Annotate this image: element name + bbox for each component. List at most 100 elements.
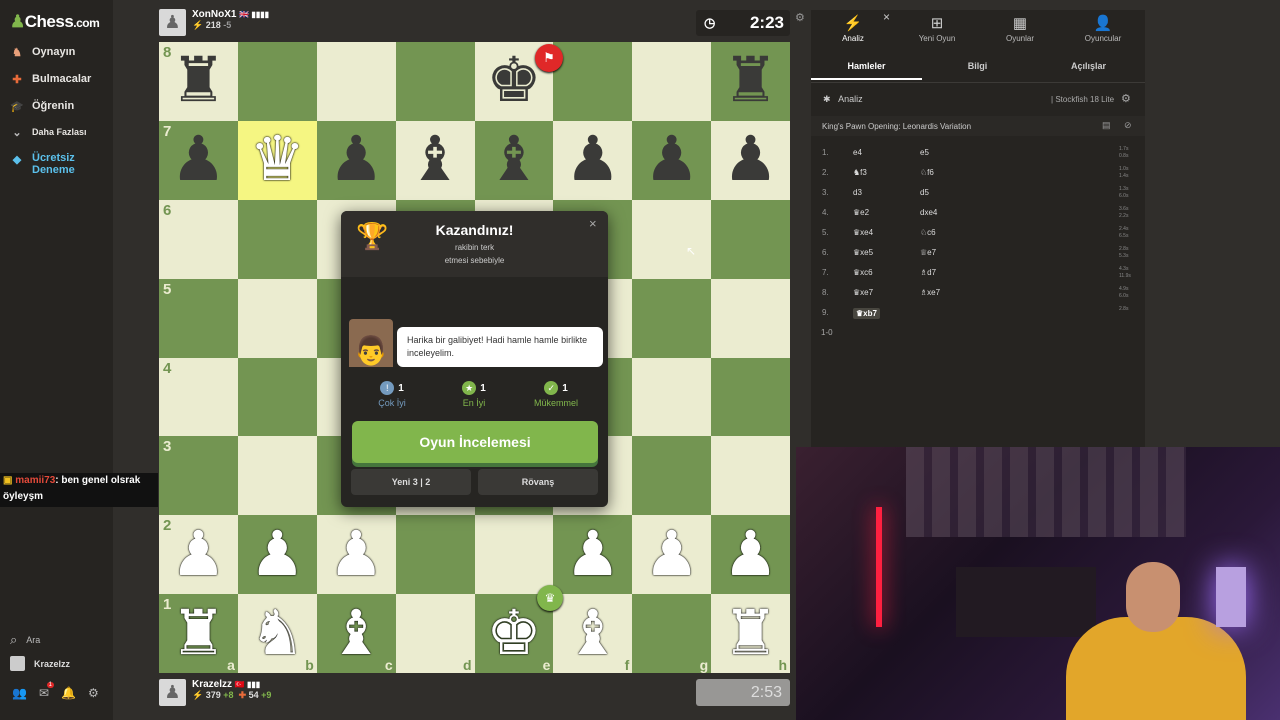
game-review-button[interactable]: Oyun İncelemesi — [352, 421, 598, 463]
black-bishop-icon[interactable]: ♝ — [486, 129, 542, 191]
new-game-button[interactable]: Yeni 3 | 2 — [351, 469, 471, 495]
white-queen-icon[interactable]: ♛ — [250, 129, 306, 191]
square-h2[interactable]: ♟ — [711, 515, 790, 595]
square-c2[interactable]: ♟ — [316, 515, 396, 595]
sidebar-search[interactable]: ⌕ Ara — [10, 632, 40, 648]
square-h1[interactable]: h ♜ — [711, 594, 790, 673]
sidebar-item-free-trial[interactable]: ◆ Ücretsiz Deneme — [0, 152, 113, 178]
black-pawn-icon[interactable]: ♟ — [723, 129, 779, 191]
black-bishop-icon[interactable]: ♝ — [407, 129, 463, 191]
book-icon[interactable]: ▤ — [1102, 120, 1111, 131]
square-b2[interactable]: ♟ — [237, 515, 317, 595]
bottom-player-name[interactable]: Krazelzz — [192, 679, 232, 690]
square-g2[interactable]: ♟ — [632, 515, 712, 595]
white-move[interactable]: ♛xe4 — [853, 228, 873, 237]
black-move[interactable]: ♘f6 — [920, 168, 934, 177]
square-e7[interactable]: ♝ — [474, 120, 554, 200]
square-b7[interactable]: ♛ — [237, 120, 317, 200]
subtab-moves[interactable]: Hamleler — [811, 56, 922, 80]
white-move[interactable]: ♛xe5 — [853, 248, 873, 257]
square-a3[interactable]: 3 — [159, 436, 238, 516]
black-move[interactable]: dxe4 — [920, 208, 937, 217]
tab-new-game[interactable]: ⊞ Yeni Oyun — [895, 14, 979, 43]
black-move[interactable]: d5 — [920, 188, 929, 197]
disable-icon[interactable]: ⊘ — [1124, 120, 1132, 131]
square-f1[interactable]: f ♝ — [553, 594, 633, 673]
tab-players[interactable]: 👤 Oyuncular — [1061, 14, 1145, 43]
square-a1[interactable]: 1 a ♜ — [159, 594, 238, 673]
square-f2[interactable]: ♟ — [553, 515, 633, 595]
close-icon[interactable]: × — [883, 10, 890, 24]
square-d1[interactable]: d — [395, 594, 475, 673]
white-knight-icon[interactable]: ♞ — [250, 602, 306, 665]
sidebar-item-puzzles[interactable]: ✚ Bulmacalar — [0, 67, 113, 91]
black-pawn-icon[interactable]: ♟ — [644, 129, 700, 191]
gear-icon[interactable]: ⚙ — [88, 686, 99, 700]
black-king-icon[interactable]: ♚ — [486, 50, 542, 112]
square-g8[interactable] — [632, 42, 712, 121]
square-d7[interactable]: ♝ — [395, 120, 475, 200]
board-settings-icon[interactable]: ⚙ — [795, 11, 805, 24]
white-move[interactable]: d3 — [853, 188, 862, 197]
black-rook-icon[interactable]: ♜ — [723, 50, 779, 112]
black-rook-icon[interactable]: ♜ — [171, 50, 227, 112]
square-g1[interactable]: g — [632, 594, 712, 673]
square-c8[interactable] — [316, 42, 396, 121]
sidebar-item-learn[interactable]: 🎓 Öğrenin — [0, 94, 113, 118]
square-a4[interactable]: 4 — [159, 357, 238, 437]
white-pawn-icon[interactable]: ♟ — [644, 523, 700, 586]
white-bishop-icon[interactable]: ♝ — [565, 602, 621, 665]
white-move[interactable]: e4 — [853, 148, 862, 157]
square-a2[interactable]: 2 ♟ — [159, 515, 238, 595]
black-move[interactable]: ♗d7 — [920, 268, 936, 277]
sidebar-item-more[interactable]: ⌄ Daha Fazlası — [0, 120, 113, 144]
bell-icon[interactable]: 🔔 — [61, 686, 76, 700]
opening-name[interactable]: King's Pawn Opening: Leonardis Variation — [822, 122, 971, 131]
square-c1[interactable]: c ♝ — [316, 594, 396, 673]
close-icon[interactable]: × — [589, 216, 597, 231]
square-g5[interactable] — [632, 278, 712, 358]
chess-logo[interactable]: ♟Chess.com — [10, 12, 100, 32]
white-king-icon[interactable]: ♚ — [486, 602, 542, 665]
square-b5[interactable] — [237, 278, 317, 358]
engine-settings-icon[interactable]: ⚙ — [1121, 92, 1131, 105]
square-b1[interactable]: b ♞ — [237, 594, 317, 673]
black-move[interactable]: ♘c6 — [920, 228, 936, 237]
black-pawn-icon[interactable]: ♟ — [565, 129, 621, 191]
square-c7[interactable]: ♟ — [316, 120, 396, 200]
subtab-info[interactable]: Bilgi — [922, 56, 1033, 80]
square-d2[interactable] — [395, 515, 475, 595]
square-b3[interactable] — [237, 436, 317, 516]
square-a6[interactable]: 6 — [159, 199, 238, 279]
square-g6[interactable] — [632, 199, 712, 279]
square-h6[interactable] — [711, 199, 790, 279]
top-player-name[interactable]: XonNoX1 — [192, 9, 236, 20]
rematch-button[interactable]: Rövanş — [478, 469, 598, 495]
square-h3[interactable] — [711, 436, 790, 516]
white-move[interactable]: ♛xc6 — [853, 268, 873, 277]
white-rook-icon[interactable]: ♜ — [723, 602, 779, 665]
white-pawn-icon[interactable]: ♟ — [328, 523, 384, 586]
black-pawn-icon[interactable]: ♟ — [328, 129, 384, 191]
square-g4[interactable] — [632, 357, 712, 437]
square-b8[interactable] — [237, 42, 317, 121]
white-move[interactable]: ♞f3 — [853, 168, 867, 177]
sidebar-item-play[interactable]: ♞ Oynayın — [0, 40, 113, 64]
black-move[interactable]: ♗xe7 — [920, 288, 940, 297]
white-move[interactable]: ♛e2 — [853, 208, 869, 217]
black-pawn-icon[interactable]: ♟ — [171, 129, 227, 191]
square-h7[interactable]: ♟ — [711, 120, 790, 200]
white-rook-icon[interactable]: ♜ — [171, 602, 227, 665]
square-a5[interactable]: 5 — [159, 278, 238, 358]
mail-icon[interactable]: ✉ 1 — [39, 682, 55, 700]
subtab-openings[interactable]: Açılışlar — [1033, 56, 1144, 80]
white-pawn-icon[interactable]: ♟ — [723, 523, 779, 586]
white-pawn-icon[interactable]: ♟ — [250, 523, 306, 586]
square-a7[interactable]: 7 ♟ — [159, 120, 238, 200]
square-e2[interactable] — [474, 515, 554, 595]
square-h5[interactable] — [711, 278, 790, 358]
white-pawn-icon[interactable]: ♟ — [565, 523, 621, 586]
square-b6[interactable] — [237, 199, 317, 279]
white-move[interactable]: ♛xe7 — [853, 288, 873, 297]
analysis-toggle-icon[interactable]: ✱ — [823, 94, 831, 104]
